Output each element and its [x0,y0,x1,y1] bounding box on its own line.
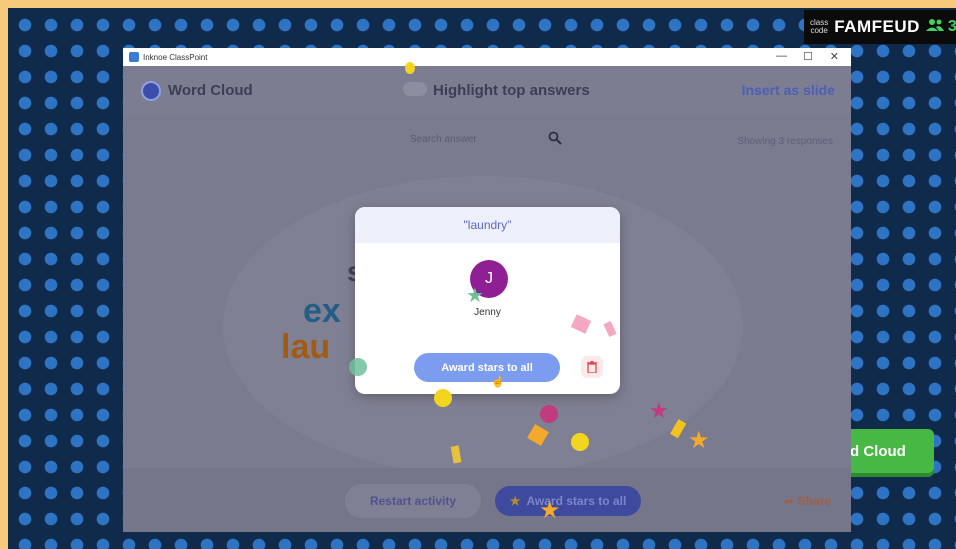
svg-text:★: ★ [649,399,669,424]
confetti-layer: ★ ★ ★ ★ [349,62,710,524]
svg-text:★: ★ [539,496,561,524]
svg-text:★: ★ [466,283,484,307]
confetti-icon: ★ ★ ★ ★ [349,62,710,524]
svg-text:★: ★ [688,426,710,454]
